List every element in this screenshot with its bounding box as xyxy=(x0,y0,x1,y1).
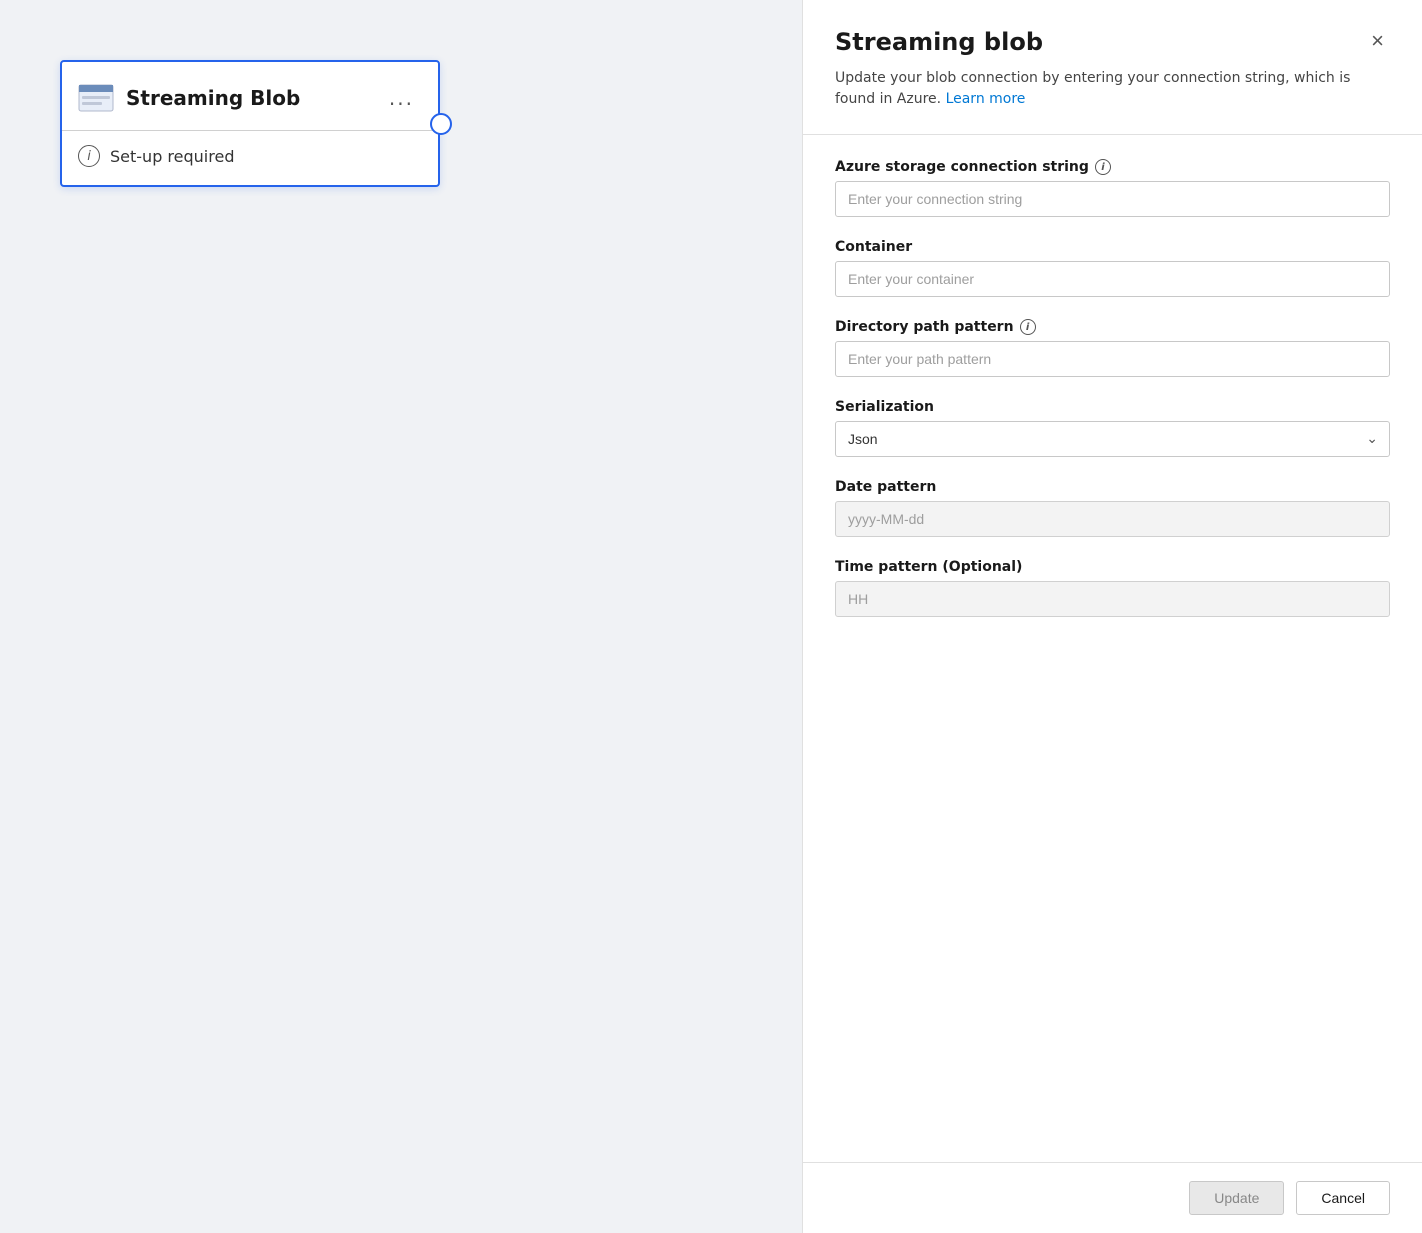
time-pattern-input xyxy=(835,581,1390,617)
node-header: Streaming Blob ... xyxy=(62,62,438,130)
panel-header: Streaming blob × xyxy=(803,0,1422,56)
info-icon: i xyxy=(78,145,100,167)
connection-string-info-icon[interactable]: i xyxy=(1095,159,1111,175)
date-pattern-label: Date pattern xyxy=(835,479,1390,495)
connection-string-label: Azure storage connection string i xyxy=(835,159,1390,175)
container-input[interactable] xyxy=(835,261,1390,297)
description-text: Update your blob connection by entering … xyxy=(835,70,1350,107)
path-pattern-input[interactable] xyxy=(835,341,1390,377)
time-pattern-label: Time pattern (Optional) xyxy=(835,559,1390,575)
node-card: Streaming Blob ... i Set-up required xyxy=(60,60,440,187)
connector-dot[interactable] xyxy=(430,113,452,135)
canvas-area: Streaming Blob ... i Set-up required xyxy=(0,0,802,1233)
path-pattern-info-icon[interactable]: i xyxy=(1020,319,1036,335)
serialization-label: Serialization xyxy=(835,399,1390,415)
date-pattern-field: Date pattern xyxy=(835,479,1390,537)
connection-string-field: Azure storage connection string i xyxy=(835,159,1390,217)
serialization-select[interactable]: Json CSV Avro xyxy=(835,421,1390,457)
update-button: Update xyxy=(1189,1181,1284,1215)
container-field: Container xyxy=(835,239,1390,297)
date-pattern-input xyxy=(835,501,1390,537)
node-menu-button[interactable]: ... xyxy=(385,86,418,110)
side-panel: Streaming blob × Update your blob connec… xyxy=(802,0,1422,1233)
learn-more-link[interactable]: Learn more xyxy=(941,91,1025,107)
cancel-button[interactable]: Cancel xyxy=(1296,1181,1390,1215)
panel-title: Streaming blob xyxy=(835,28,1043,56)
time-pattern-field: Time pattern (Optional) xyxy=(835,559,1390,617)
setup-label: Set-up required xyxy=(110,147,234,166)
panel-body: Azure storage connection string i Contai… xyxy=(803,135,1422,1162)
serialization-select-wrapper: Json CSV Avro ⌄ xyxy=(835,421,1390,457)
path-pattern-label: Directory path pattern i xyxy=(835,319,1390,335)
blob-icon xyxy=(78,80,114,116)
node-title: Streaming Blob xyxy=(126,86,373,110)
container-label: Container xyxy=(835,239,1390,255)
panel-footer: Update Cancel xyxy=(803,1162,1422,1233)
connection-string-input[interactable] xyxy=(835,181,1390,217)
path-pattern-field: Directory path pattern i xyxy=(835,319,1390,377)
close-button[interactable]: × xyxy=(1365,28,1390,54)
serialization-field: Serialization Json CSV Avro ⌄ xyxy=(835,399,1390,457)
panel-description: Update your blob connection by entering … xyxy=(803,56,1422,134)
node-footer: i Set-up required xyxy=(62,131,438,185)
